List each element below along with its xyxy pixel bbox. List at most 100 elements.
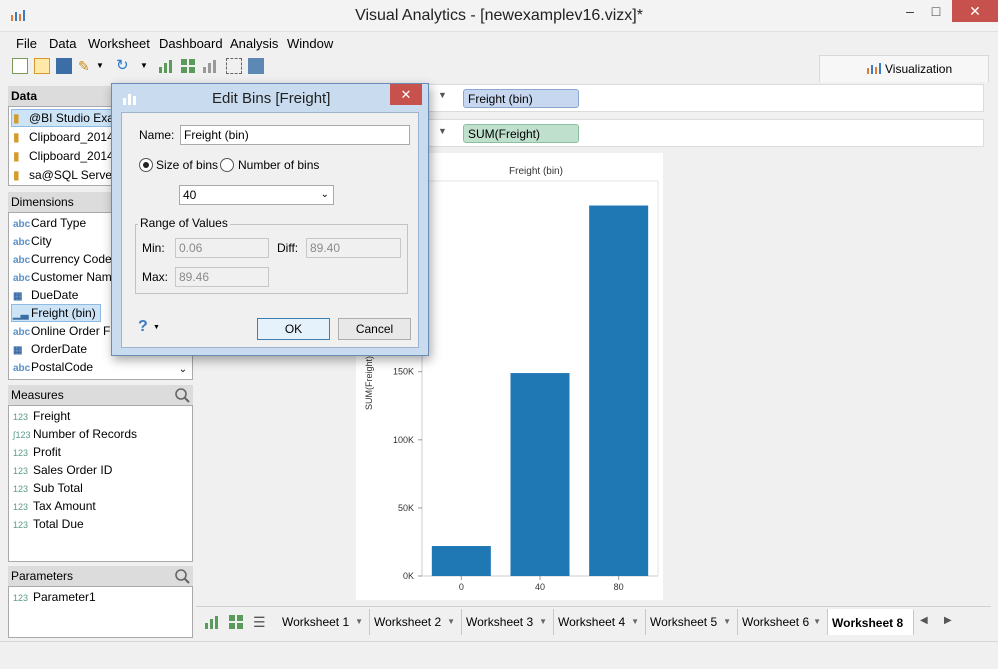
tab-worksheet-8-active[interactable]: Worksheet 8 <box>828 609 914 635</box>
search-icon[interactable] <box>173 386 191 404</box>
diff-label: Diff: <box>277 241 299 255</box>
dimension-item[interactable]: ▦ DueDate <box>13 286 78 304</box>
ok-button[interactable]: OK <box>257 318 330 340</box>
menu-data[interactable]: Data <box>49 36 76 51</box>
rows-pill[interactable]: SUM(Freight) <box>463 124 579 143</box>
tab-dropdown-icon[interactable]: ▼ <box>447 609 455 635</box>
x-tick-label: 0 <box>459 582 464 592</box>
search-icon[interactable] <box>173 567 191 585</box>
datasource-item[interactable]: ▮ Clipboard_2014 <box>13 147 114 165</box>
bin-size-select[interactable]: 40 ⌄ <box>179 185 334 205</box>
menu-file[interactable]: File <box>16 36 37 51</box>
datasource-item[interactable]: ▮ Clipboard_2014 <box>13 128 114 146</box>
new-worksheet-icon[interactable] <box>158 58 174 74</box>
number-field-icon: 123 <box>13 593 29 603</box>
help-dropdown-icon[interactable]: ▼ <box>153 324 160 331</box>
measure-item[interactable]: 123 Sub Total <box>13 479 83 497</box>
select-icon[interactable] <box>226 58 242 74</box>
size-of-bins-radio[interactable] <box>139 158 153 172</box>
open-icon[interactable] <box>34 58 50 74</box>
measure-item[interactable]: 123 Sales Order ID <box>13 461 112 479</box>
dimension-item[interactable]: abcCard Type <box>13 214 86 232</box>
add-dashboard-icon[interactable] <box>228 614 244 630</box>
datasource-item[interactable]: ▮ @BI Studio Exa <box>13 109 114 127</box>
export-icon[interactable] <box>248 58 264 74</box>
add-worksheet-icon[interactable] <box>204 614 220 630</box>
measure-item[interactable]: 123 Freight <box>13 407 70 425</box>
columns-shelf-dropdown-icon[interactable]: ▼ <box>438 90 447 100</box>
dimension-item[interactable]: ▦ OrderDate <box>13 340 87 358</box>
tab-worksheet-3[interactable]: Worksheet 3 ▼ <box>462 609 554 635</box>
diff-input: 89.40 <box>306 238 401 258</box>
tab-list-icon[interactable]: ☰ <box>253 614 269 630</box>
tab-scroll-right-icon[interactable]: ▶ <box>944 615 952 626</box>
dimension-item[interactable]: ▁▃ Freight (bin) <box>13 304 96 322</box>
status-bar <box>0 641 998 669</box>
number-field-icon: 123 <box>13 484 29 494</box>
measure-label: Sales Order ID <box>33 463 113 477</box>
y-tick-label: 150K <box>393 367 414 377</box>
name-input[interactable]: Freight (bin) <box>180 125 410 145</box>
dialog-close-button[interactable]: ✕ <box>390 84 422 105</box>
menu-worksheet[interactable]: Worksheet <box>88 36 150 51</box>
tab-scroll-left-icon[interactable]: ◀ <box>920 615 928 626</box>
chart-icon[interactable] <box>202 58 218 74</box>
tab-worksheet-5[interactable]: Worksheet 5 ▼ <box>646 609 738 635</box>
tab-dropdown-icon[interactable]: ▼ <box>813 609 821 635</box>
visualization-icon <box>866 62 882 74</box>
refresh-dropdown-icon[interactable]: ▼ <box>140 58 156 74</box>
parameter-item[interactable]: 123 Parameter1 <box>13 588 96 606</box>
scroll-down-icon[interactable]: ⌄ <box>175 361 191 379</box>
tab-dropdown-icon[interactable]: ▼ <box>723 609 731 635</box>
cancel-button[interactable]: Cancel <box>338 318 411 340</box>
tab-worksheet-6[interactable]: Worksheet 6 ▼ <box>738 609 828 635</box>
bin-size-value: 40 <box>183 188 197 202</box>
text-field-icon: abc <box>13 363 31 374</box>
measure-item[interactable]: 123 Total Due <box>13 515 84 533</box>
measure-item[interactable]: 123 Profit <box>13 443 61 461</box>
save-icon[interactable] <box>56 58 72 74</box>
max-label: Max: <box>142 270 169 284</box>
menu-window[interactable]: Window <box>287 36 333 51</box>
tab-worksheet-2[interactable]: Worksheet 2 ▼ <box>370 609 462 635</box>
tab-dropdown-icon[interactable]: ▼ <box>539 609 547 635</box>
menu-analysis[interactable]: Analysis <box>230 36 278 51</box>
measure-item[interactable]: 123 Tax Amount <box>13 497 96 515</box>
window-title: Visual Analytics - [newexamplev16.vizx]* <box>355 7 643 24</box>
new-dashboard-icon[interactable] <box>180 58 196 74</box>
rows-shelf-dropdown-icon[interactable]: ▼ <box>438 126 447 136</box>
tab-label: Worksheet 5 <box>650 615 718 629</box>
dimension-label: Customer Name <box>31 270 119 284</box>
dimension-item[interactable]: abcCustomer Name <box>13 268 118 286</box>
tab-worksheet-1[interactable]: Worksheet 1 ▼ <box>278 609 370 635</box>
datasource-item[interactable]: ▮ sa@SQL Server <box>13 166 116 184</box>
number-of-bins-radio[interactable] <box>220 158 234 172</box>
measure-item[interactable]: ∫123 Number of Records <box>13 425 137 443</box>
menu-dashboard[interactable]: Dashboard <box>159 36 223 51</box>
tab-worksheet-4[interactable]: Worksheet 4 ▼ <box>554 609 646 635</box>
y-tick-label: 0K <box>403 571 414 581</box>
dimension-item[interactable]: abcPostalCode <box>13 358 93 376</box>
tab-dropdown-icon[interactable]: ▼ <box>631 609 639 635</box>
number-of-bins-label[interactable]: Number of bins <box>238 158 319 172</box>
dimension-item[interactable]: abcCurrency Code <box>13 250 112 268</box>
dimension-item[interactable]: abcCity <box>13 232 52 250</box>
dropdown-icon[interactable]: ▼ <box>96 58 112 74</box>
dimension-label: City <box>31 234 52 248</box>
refresh-icon[interactable]: ↻ <box>116 58 132 74</box>
maximize-button[interactable]: □ <box>920 0 952 22</box>
dimension-item[interactable]: abcOnline Order Fla <box>13 322 120 340</box>
size-of-bins-label[interactable]: Size of bins <box>156 158 218 172</box>
chevron-down-icon: ⌄ <box>320 189 329 200</box>
columns-pill[interactable]: Freight (bin) <box>463 89 579 108</box>
close-button[interactable]: ✕ <box>952 0 998 22</box>
bar <box>510 373 570 576</box>
tab-dropdown-icon[interactable]: ▼ <box>355 609 363 635</box>
number-field-icon: 123 <box>13 520 29 530</box>
edit-bins-dialog: Edit Bins [Freight] ✕ Name: Freight (bin… <box>111 83 429 356</box>
help-icon[interactable]: ? <box>138 318 148 336</box>
datasource-label: Clipboard_2014 <box>29 130 114 144</box>
brush-icon[interactable]: ✎ <box>78 58 94 74</box>
new-icon[interactable] <box>12 58 28 74</box>
dimension-label: OrderDate <box>31 342 88 356</box>
